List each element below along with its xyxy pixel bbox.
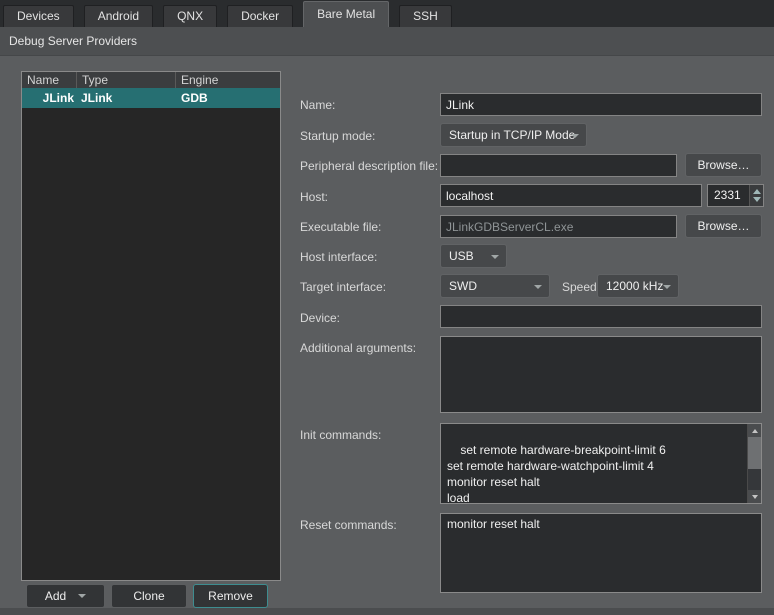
tab-android[interactable]: Android bbox=[84, 5, 153, 27]
reset-commands-textarea[interactable]: monitor reset halt bbox=[440, 513, 762, 593]
startup-mode-select[interactable]: Startup in TCP/IP Mode bbox=[440, 123, 587, 147]
options-dialog: Devices Android QNX Docker Bare Metal SS… bbox=[0, 0, 774, 615]
remove-button-label: Remove bbox=[208, 589, 253, 603]
browse-executable-button[interactable]: Browse… bbox=[685, 214, 762, 238]
speed-select[interactable]: 12000 kHz bbox=[597, 274, 679, 298]
chevron-down-icon bbox=[663, 285, 671, 289]
spin-up-icon[interactable] bbox=[753, 189, 761, 194]
host-label: Host: bbox=[300, 190, 328, 204]
init-commands-scrollbar[interactable] bbox=[747, 424, 761, 503]
target-interface-label: Target interface: bbox=[300, 280, 386, 294]
init-commands-textarea[interactable]: set remote hardware-breakpoint-limit 6 s… bbox=[440, 423, 762, 504]
init-commands-label: Init commands: bbox=[300, 428, 381, 442]
provider-engine-cell: GDB bbox=[176, 88, 280, 108]
name-field[interactable] bbox=[440, 93, 762, 116]
speed-value: 12000 kHz bbox=[606, 279, 663, 293]
chevron-down-icon bbox=[571, 134, 579, 138]
scrollbar-thumb[interactable] bbox=[748, 437, 761, 469]
chevron-down-icon bbox=[534, 285, 542, 289]
provider-type-cell: JLink bbox=[77, 88, 176, 108]
host-field[interactable] bbox=[440, 184, 702, 207]
browse-label: Browse… bbox=[697, 219, 749, 233]
executable-file-label: Executable file: bbox=[300, 220, 381, 234]
chevron-down-icon bbox=[78, 594, 86, 598]
scroll-down-icon[interactable] bbox=[748, 490, 761, 503]
peripheral-file-label: Peripheral description file: bbox=[300, 159, 438, 173]
startup-mode-value: Startup in TCP/IP Mode bbox=[449, 128, 575, 142]
section-title: Debug Server Providers bbox=[0, 27, 774, 56]
port-value: 2331 bbox=[714, 188, 741, 202]
name-label: Name: bbox=[300, 98, 335, 112]
stepper-arrows[interactable] bbox=[749, 185, 763, 206]
column-header-engine[interactable]: Engine bbox=[176, 72, 280, 88]
spin-down-icon[interactable] bbox=[753, 197, 761, 202]
provider-name-cell: JLink bbox=[22, 88, 77, 108]
additional-arguments-label: Additional arguments: bbox=[300, 341, 416, 355]
tab-qnx[interactable]: QNX bbox=[163, 5, 217, 27]
port-stepper[interactable]: 2331 bbox=[707, 184, 764, 207]
providers-table[interactable]: Name Type Engine JLink JLink GDB bbox=[21, 71, 281, 581]
target-interface-value: SWD bbox=[449, 279, 477, 293]
host-interface-label: Host interface: bbox=[300, 250, 377, 264]
column-header-type[interactable]: Type bbox=[77, 72, 176, 88]
scroll-up-icon[interactable] bbox=[748, 424, 761, 437]
browse-label: Browse… bbox=[697, 158, 749, 172]
device-label: Device: bbox=[300, 311, 340, 325]
providers-table-header: Name Type Engine bbox=[22, 72, 280, 88]
host-interface-select[interactable]: USB bbox=[440, 244, 507, 268]
tab-devices[interactable]: Devices bbox=[3, 5, 74, 27]
tab-bar: Devices Android QNX Docker Bare Metal SS… bbox=[0, 0, 774, 27]
tab-bare-metal[interactable]: Bare Metal bbox=[303, 1, 389, 27]
init-commands-text: set remote hardware-breakpoint-limit 6 s… bbox=[447, 443, 666, 504]
additional-arguments-textarea[interactable] bbox=[440, 336, 762, 413]
clone-button-label: Clone bbox=[133, 589, 164, 603]
remove-button[interactable]: Remove bbox=[193, 584, 268, 608]
clone-button[interactable]: Clone bbox=[111, 584, 187, 608]
column-header-name[interactable]: Name bbox=[22, 72, 77, 88]
executable-file-field[interactable] bbox=[440, 215, 677, 238]
reset-commands-label: Reset commands: bbox=[300, 518, 397, 532]
target-interface-select[interactable]: SWD bbox=[440, 274, 550, 298]
host-interface-value: USB bbox=[449, 249, 474, 263]
tab-ssh[interactable]: SSH bbox=[399, 5, 452, 27]
speed-label: Speed bbox=[562, 280, 597, 294]
device-field[interactable] bbox=[440, 305, 762, 328]
chevron-down-icon bbox=[491, 255, 499, 259]
tab-docker[interactable]: Docker bbox=[227, 5, 293, 27]
peripheral-file-field[interactable] bbox=[440, 154, 677, 177]
table-row[interactable]: JLink JLink GDB bbox=[22, 88, 280, 108]
add-button[interactable]: Add bbox=[26, 584, 105, 608]
bottom-band bbox=[0, 608, 774, 615]
browse-peripheral-button[interactable]: Browse… bbox=[685, 153, 762, 177]
startup-mode-label: Startup mode: bbox=[300, 129, 375, 143]
add-button-label: Add bbox=[45, 589, 66, 603]
